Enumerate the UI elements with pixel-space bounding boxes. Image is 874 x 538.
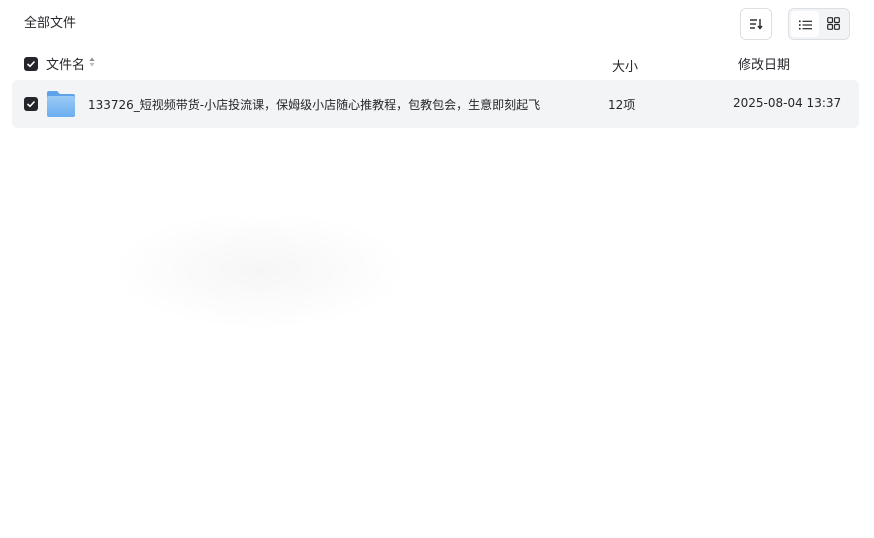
file-date: 2025-08-04 13:37 — [733, 96, 842, 110]
folder-icon — [46, 90, 76, 121]
column-header-date[interactable]: 修改日期 — [738, 54, 790, 73]
column-name-label: 文件名 — [46, 58, 86, 73]
file-name[interactable]: 133726_短视频带货-小店投流课，保姆级小店随心推教程，包教包会，生意即刻起… — [88, 96, 540, 113]
sort-button[interactable] — [740, 8, 772, 40]
row-checkbox[interactable] — [24, 97, 38, 111]
list-view-button[interactable] — [791, 11, 819, 37]
view-toggle — [788, 8, 850, 40]
check-icon — [26, 60, 36, 68]
select-all-checkbox[interactable] — [24, 57, 38, 71]
breadcrumb[interactable]: 全部文件 — [24, 14, 76, 34]
grid-view-icon — [826, 15, 840, 34]
background-decoration — [110, 210, 410, 330]
file-size: 12项 — [608, 98, 636, 112]
column-header-name[interactable]: 文件名 — [46, 54, 95, 73]
sort-toggle-icon — [89, 56, 95, 71]
grid-view-button[interactable] — [819, 11, 847, 37]
column-header-size[interactable]: 大小 — [612, 56, 638, 75]
check-icon — [26, 100, 36, 108]
list-view-icon — [798, 15, 812, 34]
file-browser: 全部文件 文件名 大小 修改日期 133726_短视频带货-小店投流课，保姆级小… — [0, 0, 874, 538]
table-header: 文件名 大小 修改日期 — [12, 52, 859, 76]
table-row[interactable]: 133726_短视频带货-小店投流课，保姆级小店随心推教程，包教包会，生意即刻起… — [12, 80, 859, 128]
sort-icon — [749, 15, 763, 34]
